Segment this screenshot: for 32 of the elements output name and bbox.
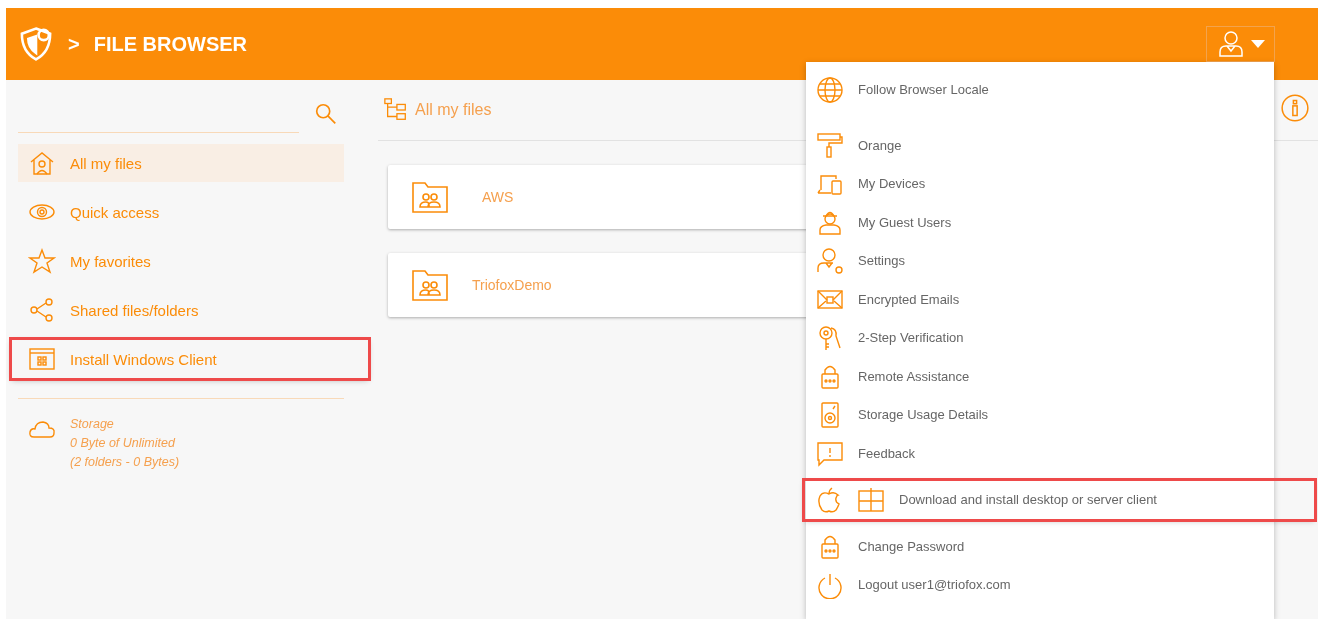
- page-title: FILE BROWSER: [93, 32, 248, 56]
- menu-item[interactable]: Feedback: [806, 434, 1274, 473]
- windows-icon: [857, 485, 885, 514]
- menu-item[interactable]: Follow Browser Locale: [806, 76, 1274, 126]
- menu-item[interactable]: 2-Step Verification: [806, 318, 1274, 357]
- keys-icon: [816, 323, 844, 352]
- windows-app-icon: [28, 345, 56, 373]
- info-icon: [1280, 93, 1310, 123]
- shield-logo-icon: [18, 26, 54, 62]
- storage-title: Storage: [70, 416, 115, 433]
- folder-name: TriofoxDemo: [472, 277, 552, 293]
- star-icon: [28, 247, 56, 275]
- menu-item[interactable]: Remote Assistance: [806, 357, 1274, 396]
- menu-item[interactable]: Orange: [806, 126, 1274, 165]
- menu-item[interactable]: Change Password: [806, 527, 1274, 566]
- user-menu-button[interactable]: [1206, 26, 1275, 62]
- menu-item[interactable]: Storage Usage Details: [806, 395, 1274, 434]
- folder-tree-icon: [383, 97, 409, 123]
- folder-name: AWS: [482, 189, 514, 205]
- globe-icon: [816, 76, 844, 104]
- breadcrumb-separator: >: [68, 32, 80, 56]
- storage-usage: 0 Byte of Unlimited: [70, 435, 177, 452]
- feedback-icon: [816, 439, 844, 468]
- menu-item[interactable]: Download and install desktop or server client: [805, 480, 1314, 519]
- apple-icon: [815, 485, 843, 514]
- storage-detail: (2 folders - 0 Bytes): [70, 454, 180, 471]
- paint-roller-icon: [816, 131, 844, 160]
- user-icon: [1216, 30, 1245, 58]
- user-settings-icon: [816, 246, 844, 275]
- caret-icon: [1250, 40, 1265, 48]
- menu-item[interactable]: Logout user1@triofox.com: [806, 565, 1274, 604]
- share-icon: [28, 296, 56, 324]
